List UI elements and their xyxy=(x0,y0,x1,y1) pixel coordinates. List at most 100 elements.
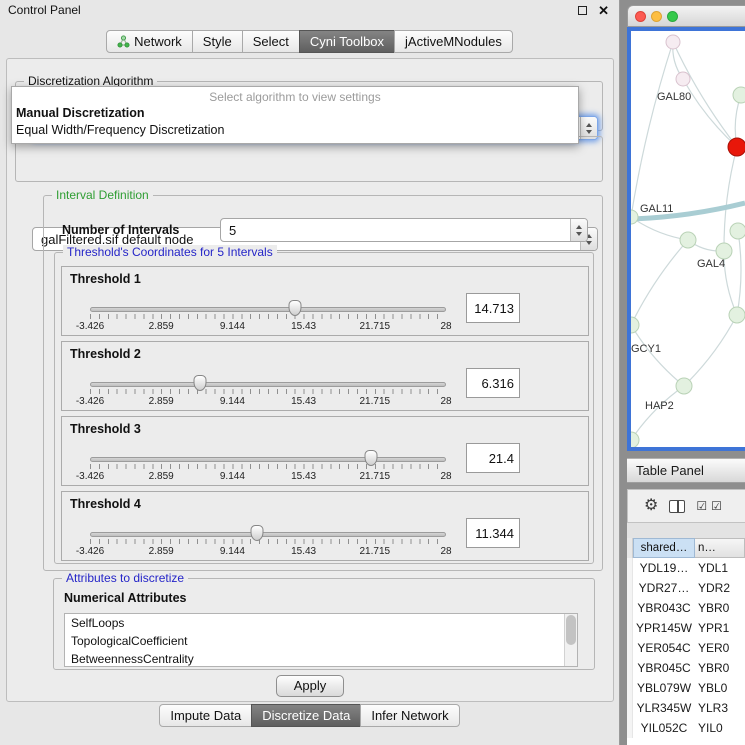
list-item-topologicalcoefficient[interactable]: TopologicalCoefficient xyxy=(65,632,577,650)
zoom-light-icon[interactable] xyxy=(667,11,678,22)
minimize-light-icon[interactable] xyxy=(651,11,662,22)
table-row[interactable]: YPR145WYPR1 xyxy=(627,618,745,638)
dropdown-option-manual-discretization[interactable]: Manual Discretization xyxy=(12,105,578,122)
close-panel-icon[interactable]: ✕ xyxy=(598,4,609,17)
threshold-coordinates-legend: Threshold's Coordinates for 5 Intervals xyxy=(63,245,277,259)
network-node[interactable] xyxy=(676,378,692,394)
network-node[interactable] xyxy=(666,35,680,49)
network-edge[interactable] xyxy=(724,251,737,315)
network-node[interactable] xyxy=(730,223,745,239)
table-row[interactable]: YIL052CYIL0 xyxy=(627,718,745,738)
algorithm-options: Manual DiscretizationEqual Width/Frequen… xyxy=(12,105,578,139)
number-of-intervals-stepper[interactable] xyxy=(570,219,587,241)
control-panel-titlebar: Control Panel ✕ xyxy=(0,0,619,20)
tab-discretize-data[interactable]: Discretize Data xyxy=(251,704,361,727)
network-node-selected[interactable] xyxy=(728,138,745,156)
network-node[interactable] xyxy=(733,87,745,103)
tab-impute-data[interactable]: Impute Data xyxy=(159,704,252,727)
network-window-titlebar[interactable] xyxy=(627,5,745,27)
threshold-panel-1: Threshold 1-3.4262.8599.14415.4321.71528… xyxy=(61,266,589,336)
network-canvas-svg[interactable]: GAL80GAL11GAL4GCY1HAP2 xyxy=(631,31,745,447)
network-edge[interactable] xyxy=(737,231,741,315)
table-panel-header[interactable]: Table Panel xyxy=(627,458,745,483)
number-of-intervals-value: 5 xyxy=(229,223,570,238)
tab-infer-network[interactable]: Infer Network xyxy=(360,704,459,727)
network-edge[interactable] xyxy=(684,315,737,386)
network-edge[interactable] xyxy=(631,386,684,440)
dropdown-option-equal-width-frequency-discretization[interactable]: Equal Width/Frequency Discretization xyxy=(12,122,578,139)
cell-shared-name: YBR045C xyxy=(633,658,695,678)
slider-ticks xyxy=(90,464,446,469)
threshold-2-slider[interactable]: -3.4262.8599.14415.4321.71528 xyxy=(90,374,446,410)
network-node[interactable] xyxy=(631,432,639,447)
tick-label: 21.715 xyxy=(360,321,391,332)
scrollbar-thumb[interactable] xyxy=(566,615,576,645)
slider-ticks xyxy=(90,539,446,544)
network-node[interactable] xyxy=(631,317,639,333)
tab-network[interactable]: Network xyxy=(106,30,193,53)
list-item-selfloops[interactable]: SelfLoops xyxy=(65,614,577,632)
attributes-items: SelfLoopsTopologicalCoefficientBetweenne… xyxy=(65,614,577,667)
tick-label: 9.144 xyxy=(220,396,245,407)
table-row[interactable]: YDL19…YDL1 xyxy=(627,558,745,578)
checkbox-icon[interactable]: ☑ xyxy=(696,499,707,513)
network-node[interactable] xyxy=(729,307,745,323)
float-panel-icon[interactable] xyxy=(578,6,587,15)
gear-icon[interactable]: ⚙ xyxy=(644,498,658,514)
table-row[interactable]: YBR043CYBR0 xyxy=(627,598,745,618)
tick-label: 9.144 xyxy=(220,321,245,332)
slider-tick-labels: -3.4262.8599.14415.4321.71528 xyxy=(90,396,446,408)
threshold-panel-2: Threshold 2-3.4262.8599.14415.4321.71528… xyxy=(61,341,589,411)
network-node[interactable] xyxy=(680,232,696,248)
table-panel-gap xyxy=(627,523,745,538)
slider-tick-labels: -3.4262.8599.14415.4321.71528 xyxy=(90,471,446,483)
tab-style[interactable]: Style xyxy=(192,30,243,53)
attributes-scrollbar[interactable] xyxy=(564,614,577,666)
numerical-attributes-list[interactable]: SelfLoopsTopologicalCoefficientBetweenne… xyxy=(64,613,578,667)
slider-track xyxy=(90,307,446,312)
tick-label: 15.43 xyxy=(291,396,316,407)
cell-shared-name: YDL19… xyxy=(633,558,695,578)
network-canvas[interactable]: GAL80GAL11GAL4GCY1HAP2 xyxy=(631,31,745,447)
table-row[interactable]: YBR045CYBR0 xyxy=(627,658,745,678)
tab-select[interactable]: Select xyxy=(242,30,300,53)
threshold-2-value[interactable]: 6.316 xyxy=(466,368,520,398)
network-node[interactable] xyxy=(631,210,638,224)
network-node[interactable] xyxy=(716,243,732,259)
slider-tick-labels: -3.4262.8599.14415.4321.71528 xyxy=(90,546,446,558)
threshold-1-slider[interactable]: -3.4262.8599.14415.4321.71528 xyxy=(90,299,446,335)
attributes-legend: Attributes to discretize xyxy=(62,571,188,585)
number-of-intervals-combo[interactable]: 5 xyxy=(220,218,588,242)
tab-jactivemnodules[interactable]: jActiveMNodules xyxy=(394,30,513,53)
network-node[interactable] xyxy=(676,72,690,86)
column-header-shared-name[interactable]: shared… xyxy=(633,538,695,558)
list-item-betweennesscentrality[interactable]: BetweennessCentrality xyxy=(65,650,577,667)
close-light-icon[interactable] xyxy=(635,11,646,22)
table-row[interactable]: YLR345WYLR3 xyxy=(627,698,745,718)
cyni-toolbox-content: Discretization Algorithm Select algorith… xyxy=(6,58,614,702)
threshold-1-value[interactable]: 14.713 xyxy=(466,293,520,323)
cell-shared-name: YPR145W xyxy=(633,618,695,638)
table-row[interactable]: YER054CYER0 xyxy=(627,638,745,658)
threshold-3-slider[interactable]: -3.4262.8599.14415.4321.71528 xyxy=(90,449,446,485)
tab-cyni-toolbox[interactable]: Cyni Toolbox xyxy=(299,30,395,53)
cell-shared-name: YLR345W xyxy=(633,698,695,718)
cell-shared-name: YIL052C xyxy=(633,718,695,738)
panel-title: Control Panel xyxy=(8,3,81,17)
table-row[interactable]: YDR27…YDR2 xyxy=(627,578,745,598)
threshold-3-value[interactable]: 21.4 xyxy=(466,443,520,473)
network-edge[interactable] xyxy=(631,325,684,386)
slider-track xyxy=(90,457,446,462)
table-row[interactable]: YBL079WYBL0 xyxy=(627,678,745,698)
stepper-up-icon xyxy=(586,123,592,127)
threshold-4-value[interactable]: 11.344 xyxy=(466,518,520,548)
threshold-4-slider[interactable]: -3.4262.8599.14415.4321.71528 xyxy=(90,524,446,560)
columns-icon[interactable] xyxy=(669,500,685,513)
checkbox-icon[interactable]: ☑ xyxy=(711,499,722,513)
network-edge[interactable] xyxy=(631,240,688,325)
apply-button[interactable]: Apply xyxy=(276,675,344,697)
network-view-frame: GAL80GAL11GAL4GCY1HAP2 xyxy=(627,27,745,451)
network-edge[interactable] xyxy=(631,42,673,217)
column-header-name[interactable]: n… xyxy=(695,538,745,558)
network-window: GAL80GAL11GAL4GCY1HAP2 xyxy=(627,5,745,451)
